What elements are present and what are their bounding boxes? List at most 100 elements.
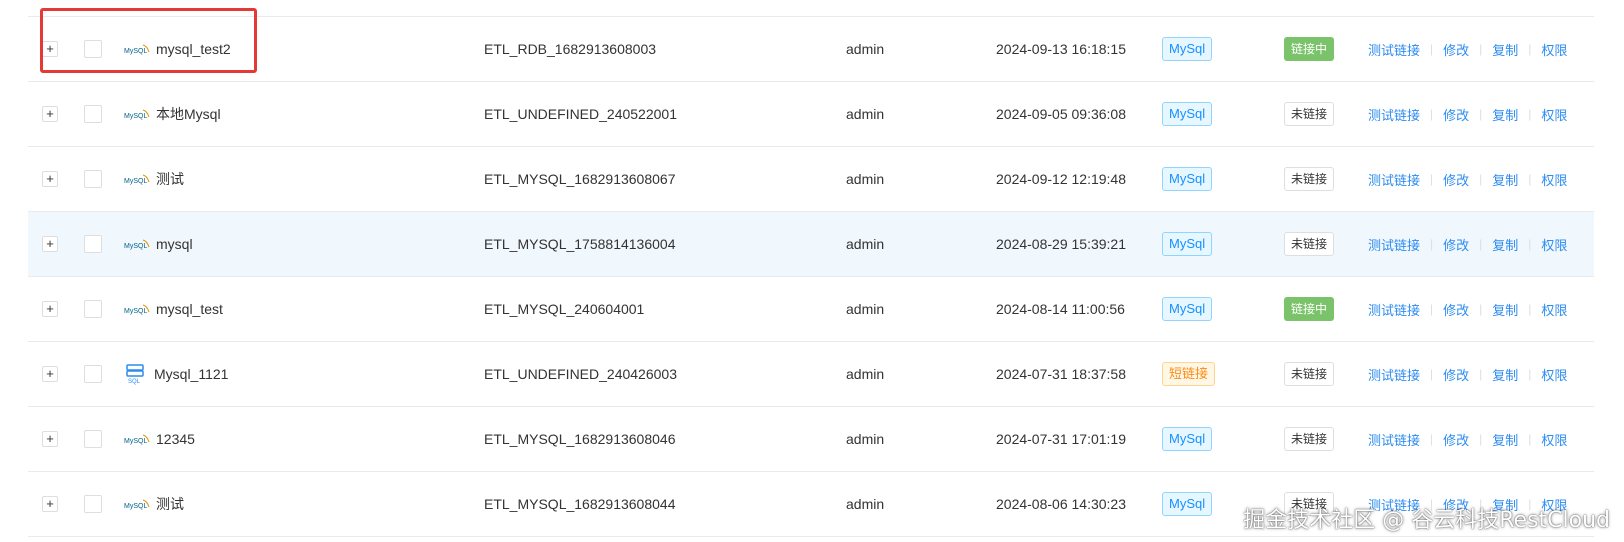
status-badge: 未链接 <box>1284 427 1335 451</box>
expand-button[interactable]: + <box>42 366 58 382</box>
datasource-code: ETL_UNDEFINED_240522001 <box>484 106 677 122</box>
table-row[interactable]: + MySQL mysql_test ETL_MYSQL_240604001 a… <box>28 277 1594 342</box>
edit-link[interactable]: 修改 <box>1443 170 1469 189</box>
svg-text:MySQL: MySQL <box>124 503 147 510</box>
test-connection-link[interactable]: 测试链接 <box>1368 300 1420 319</box>
datasource-code: ETL_RDB_1682913608003 <box>484 41 657 57</box>
edit-link[interactable]: 修改 <box>1443 365 1469 384</box>
svg-text:SQL: SQL <box>128 379 141 385</box>
separator: | <box>1479 302 1483 316</box>
watermark-text: 掘金技术社区 @ 谷云科技RestCloud <box>1243 508 1610 533</box>
svg-text:MySQL: MySQL <box>124 113 147 120</box>
status-badge: 未链接 <box>1284 362 1335 386</box>
test-connection-link[interactable]: 测试链接 <box>1368 365 1420 384</box>
creator: admin <box>846 171 885 187</box>
row-actions: 测试链接 | 修改 | 复制 | 权限 <box>1368 342 1567 406</box>
mysql-logo-icon: MySQL <box>124 434 150 445</box>
datasource-code: ETL_MYSQL_1682913608046 <box>484 431 676 447</box>
table-row[interactable]: + SQL Mysql_1121 ETL_UNDEFINED_240426003… <box>28 342 1594 407</box>
copy-link[interactable]: 复制 <box>1492 40 1518 59</box>
svg-text:MySQL: MySQL <box>124 438 147 445</box>
datasource-name-text: 本地Mysql <box>156 106 221 122</box>
datasource-name: MySQL 测试 <box>124 147 184 211</box>
creator: admin <box>846 236 885 252</box>
edit-link[interactable]: 修改 <box>1443 105 1469 124</box>
expand-button[interactable]: + <box>42 431 58 447</box>
copy-link[interactable]: 复制 <box>1492 365 1518 384</box>
separator: | <box>1528 367 1532 381</box>
row-checkbox[interactable] <box>84 430 102 448</box>
row-actions: 测试链接 | 修改 | 复制 | 权限 <box>1368 17 1567 81</box>
type-tag: MySql <box>1162 102 1213 126</box>
datasource-name: SQL Mysql_1121 <box>124 342 228 406</box>
permission-link[interactable]: 权限 <box>1541 170 1567 189</box>
creator: admin <box>846 301 885 317</box>
row-checkbox[interactable] <box>84 495 102 513</box>
type-tag: 短链接 <box>1162 362 1216 386</box>
test-connection-link[interactable]: 测试链接 <box>1368 235 1420 254</box>
copy-link[interactable]: 复制 <box>1492 170 1518 189</box>
mysql-logo-icon: MySQL <box>124 304 150 315</box>
separator: | <box>1479 367 1483 381</box>
permission-link[interactable]: 权限 <box>1541 40 1567 59</box>
datasource-name-text: mysql_test <box>156 301 223 317</box>
table-row[interactable]: + MySQL 测试 ETL_MYSQL_1682913608067 admin… <box>28 147 1594 212</box>
row-checkbox[interactable] <box>84 170 102 188</box>
highlight-annotation-box <box>40 8 257 73</box>
copy-link[interactable]: 复制 <box>1492 300 1518 319</box>
edit-link[interactable]: 修改 <box>1443 300 1469 319</box>
separator: | <box>1430 107 1434 121</box>
status-badge: 链接中 <box>1284 37 1335 61</box>
row-actions: 测试链接 | 修改 | 复制 | 权限 <box>1368 82 1567 146</box>
updated-time: 2024-08-29 15:39:21 <box>996 236 1126 252</box>
type-tag: MySql <box>1162 167 1213 191</box>
copy-link[interactable]: 复制 <box>1492 430 1518 449</box>
expand-button[interactable]: + <box>42 236 58 252</box>
svg-text:MySQL: MySQL <box>124 178 147 185</box>
permission-link[interactable]: 权限 <box>1541 105 1567 124</box>
expand-button[interactable]: + <box>42 301 58 317</box>
permission-link[interactable]: 权限 <box>1541 430 1567 449</box>
expand-button[interactable]: + <box>42 171 58 187</box>
edit-link[interactable]: 修改 <box>1443 235 1469 254</box>
updated-time: 2024-07-31 18:37:58 <box>996 366 1126 382</box>
row-checkbox[interactable] <box>84 300 102 318</box>
separator: | <box>1430 237 1434 251</box>
table-row[interactable]: + MySQL 12345 ETL_MYSQL_1682913608046 ad… <box>28 407 1594 472</box>
edit-link[interactable]: 修改 <box>1443 40 1469 59</box>
test-connection-link[interactable]: 测试链接 <box>1368 170 1420 189</box>
row-checkbox[interactable] <box>84 365 102 383</box>
permission-link[interactable]: 权限 <box>1541 300 1567 319</box>
sql-server-icon: SQL <box>126 364 144 385</box>
copy-link[interactable]: 复制 <box>1492 235 1518 254</box>
table-row[interactable]: + MySQL mysql ETL_MYSQL_1758814136004 ad… <box>28 212 1594 277</box>
permission-link[interactable]: 权限 <box>1541 235 1567 254</box>
datasource-name-text: 测试 <box>156 171 184 187</box>
test-connection-link[interactable]: 测试链接 <box>1368 105 1420 124</box>
datasource-name-text: 测试 <box>156 496 184 512</box>
test-connection-link[interactable]: 测试链接 <box>1368 430 1420 449</box>
table-row[interactable]: + MySQL mysql_test2 ETL_RDB_168291360800… <box>28 16 1594 82</box>
creator: admin <box>846 41 885 57</box>
datasource-name: MySQL mysql <box>124 212 193 276</box>
row-checkbox[interactable] <box>84 105 102 123</box>
updated-time: 2024-09-12 12:19:48 <box>996 171 1126 187</box>
expand-button[interactable]: + <box>42 496 58 512</box>
separator: | <box>1528 237 1532 251</box>
copy-link[interactable]: 复制 <box>1492 105 1518 124</box>
edit-link[interactable]: 修改 <box>1443 430 1469 449</box>
permission-link[interactable]: 权限 <box>1541 365 1567 384</box>
mysql-logo-icon: MySQL <box>124 109 150 120</box>
test-connection-link[interactable]: 测试链接 <box>1368 40 1420 59</box>
expand-button[interactable]: + <box>42 106 58 122</box>
status-badge: 未链接 <box>1284 232 1335 256</box>
separator: | <box>1479 172 1483 186</box>
updated-time: 2024-08-14 11:00:56 <box>996 301 1125 317</box>
svg-text:MySQL: MySQL <box>124 243 147 250</box>
row-checkbox[interactable] <box>84 235 102 253</box>
table-row[interactable]: + MySQL 本地Mysql ETL_UNDEFINED_240522001 … <box>28 82 1594 147</box>
datasource-name: MySQL 12345 <box>124 407 195 471</box>
mysql-logo-icon: MySQL <box>124 239 150 250</box>
datasource-code: ETL_UNDEFINED_240426003 <box>484 366 677 382</box>
creator: admin <box>846 496 885 512</box>
